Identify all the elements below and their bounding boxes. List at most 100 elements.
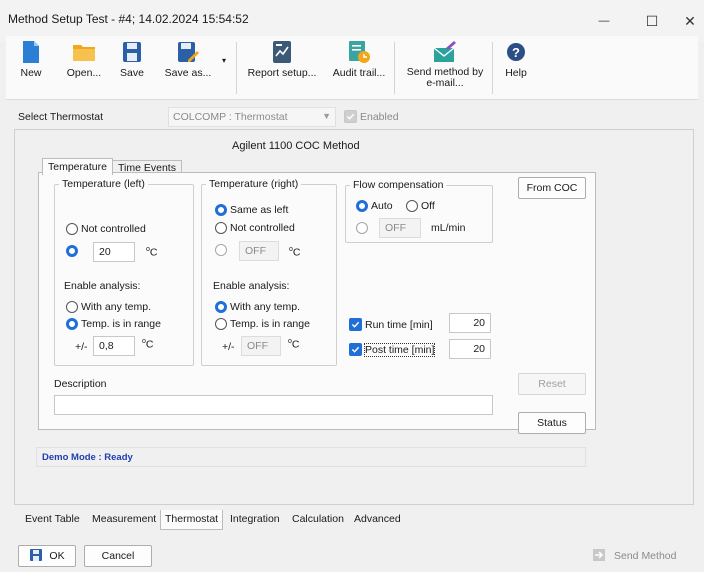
run-time-label: Run time [min]: [365, 318, 433, 331]
right-controlled-option[interactable]: [215, 244, 227, 259]
right-not-controlled-label: Not controlled: [230, 222, 295, 234]
send-method-line2: e-mail...: [426, 77, 464, 89]
report-chart-icon: [272, 40, 292, 64]
celsius-c: C: [291, 338, 300, 351]
radio-selected-icon: [66, 318, 78, 330]
radio-icon: [66, 223, 78, 235]
from-coc-button[interactable]: From COC: [518, 177, 586, 199]
maximize-button[interactable]: ☐: [634, 8, 670, 34]
right-range-field[interactable]: OFF: [241, 336, 281, 356]
right-same-as-left-label: Same as left: [230, 204, 289, 216]
tab-event-table[interactable]: Event Table: [21, 510, 84, 528]
post-time-label: Post time [min]: [363, 342, 436, 357]
right-not-controlled-option[interactable]: Not controlled: [215, 222, 295, 234]
celsius-c: C: [149, 246, 158, 259]
radio-selected-icon: [215, 204, 227, 216]
flow-auto-option[interactable]: Auto: [356, 200, 393, 212]
svg-text:?: ?: [512, 45, 520, 60]
right-temp-in-range-label: Temp. is in range: [230, 318, 310, 330]
tab-advanced[interactable]: Advanced: [350, 510, 405, 528]
radio-icon: [406, 200, 418, 212]
help-question-icon: ?: [505, 40, 527, 64]
new-button[interactable]: New: [14, 36, 48, 98]
flow-auto-label: Auto: [371, 200, 393, 212]
checkmark-icon: [349, 343, 362, 356]
flow-off-option[interactable]: Off: [406, 200, 435, 212]
left-temperature-field[interactable]: 20: [93, 242, 135, 262]
save-button[interactable]: Save: [114, 36, 150, 98]
right-plusminus-label: +/-: [222, 341, 235, 353]
tab-integration[interactable]: Integration: [226, 510, 284, 528]
right-temperature-unit: oC: [289, 246, 301, 259]
folder-icon: [72, 40, 96, 64]
send-method-button[interactable]: Send Method: [592, 546, 696, 566]
reset-button[interactable]: Reset: [518, 373, 586, 395]
chevron-down-icon: ▼: [322, 111, 331, 121]
save-as-label: Save as...: [164, 67, 212, 79]
right-temperature-field[interactable]: OFF: [239, 241, 279, 261]
post-time-field[interactable]: 20: [449, 339, 491, 359]
flow-value-field[interactable]: OFF: [379, 218, 421, 238]
window-title: Method Setup Test - #4; 14.02.2024 15:54…: [8, 12, 249, 26]
toolbar-separator: [236, 42, 237, 94]
email-send-icon: [432, 40, 458, 64]
tab-thermostat[interactable]: Thermostat: [160, 510, 224, 530]
run-time-field[interactable]: 20: [449, 313, 491, 333]
minimize-button[interactable]: —: [586, 8, 622, 34]
thermostat-combo-value: COLCOMP : Thermostat: [173, 111, 288, 123]
left-range-field[interactable]: 0,8: [93, 336, 135, 356]
left-with-any-temp-option[interactable]: With any temp.: [66, 301, 151, 313]
save-as-button[interactable]: Save as...: [160, 36, 216, 98]
send-arrow-icon: [592, 548, 606, 565]
flow-value-option[interactable]: [356, 222, 368, 237]
right-temp-in-range-option[interactable]: Temp. is in range: [215, 318, 310, 330]
tab-measurement[interactable]: Measurement: [88, 510, 160, 528]
enabled-label: Enabled: [360, 110, 399, 123]
celsius-c: C: [292, 246, 301, 259]
post-time-checkbox[interactable]: Post time [min]: [349, 342, 436, 357]
description-field[interactable]: [54, 395, 493, 415]
celsius-c: C: [145, 338, 154, 351]
radio-icon: [215, 222, 227, 234]
radio-icon: [66, 301, 78, 313]
status-button[interactable]: Status: [518, 412, 586, 434]
save-as-dropdown-icon[interactable]: ▾: [222, 56, 226, 65]
temperature-left-legend: Temperature (left): [62, 178, 145, 190]
tab-calculation[interactable]: Calculation: [288, 510, 348, 528]
left-temp-in-range-option[interactable]: Temp. is in range: [66, 318, 161, 330]
flow-unit: mL/min: [431, 222, 466, 234]
ok-label: OK: [49, 550, 65, 562]
open-button[interactable]: Open...: [62, 36, 106, 98]
tab-temperature[interactable]: Temperature: [42, 158, 113, 175]
left-plusminus-label: +/-: [75, 341, 88, 353]
ok-button[interactable]: OK: [18, 545, 76, 567]
left-temp-in-range-label: Temp. is in range: [81, 318, 161, 330]
help-button[interactable]: ? Help: [500, 36, 532, 98]
description-label: Description: [54, 378, 107, 390]
enabled-checkbox[interactable]: Enabled: [344, 110, 399, 123]
left-controlled-option[interactable]: [66, 245, 78, 260]
thermostat-combo[interactable]: COLCOMP : Thermostat ▼: [168, 107, 336, 127]
floppy-disk-icon: [29, 548, 43, 565]
report-setup-button[interactable]: Report setup...: [244, 36, 320, 98]
new-document-icon: [21, 40, 41, 64]
select-thermostat-label: Select Thermostat: [18, 111, 104, 123]
save-as-icon: [176, 40, 200, 64]
flow-compensation-legend: Flow compensation: [353, 179, 444, 191]
enabled-check-icon: [344, 110, 357, 123]
run-time-checkbox[interactable]: Run time [min]: [349, 318, 433, 331]
right-same-as-left-option[interactable]: Same as left: [215, 204, 288, 216]
right-with-any-temp-label: With any temp.: [230, 301, 301, 313]
radio-selected-icon: [66, 245, 78, 257]
cancel-button[interactable]: Cancel: [84, 545, 152, 567]
send-method-email-button[interactable]: Send method by e-mail...: [402, 36, 488, 98]
audit-trail-button[interactable]: Audit trail...: [328, 36, 390, 98]
temperature-right-legend: Temperature (right): [209, 178, 299, 190]
left-not-controlled-option[interactable]: Not controlled: [66, 223, 146, 235]
close-button[interactable]: ✕: [672, 8, 704, 34]
toolbar-separator: [492, 42, 493, 94]
method-title: Agilent 1100 COC Method: [232, 140, 360, 152]
right-with-any-temp-option[interactable]: With any temp.: [215, 301, 300, 313]
left-enable-analysis-label: Enable analysis:: [64, 280, 141, 292]
radio-icon: [215, 244, 227, 256]
